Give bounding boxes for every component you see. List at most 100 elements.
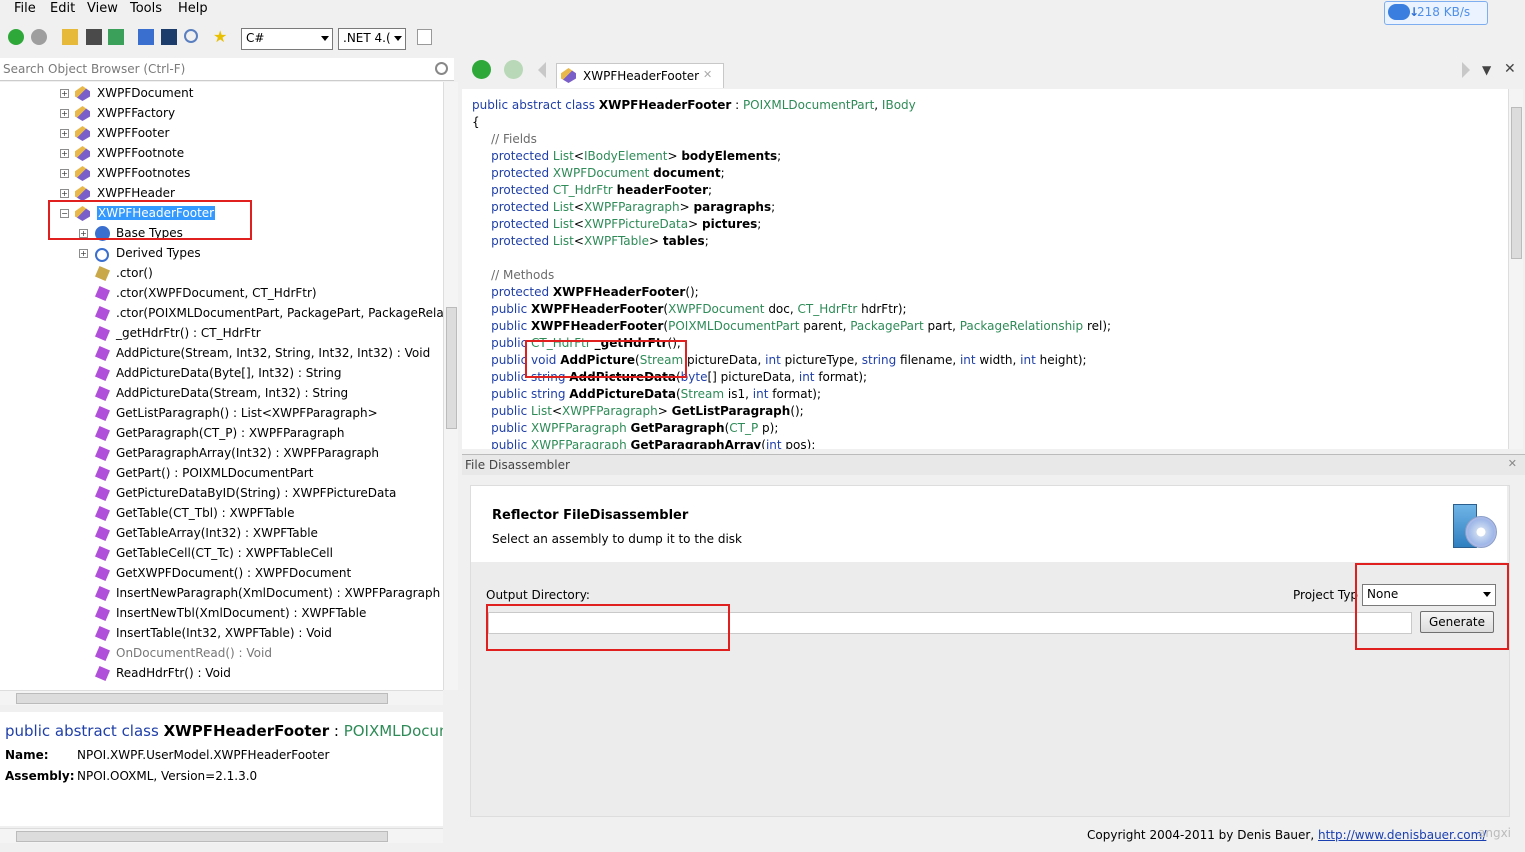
tree-horizontal-scrollbar[interactable] (0, 690, 443, 705)
scrollbar-thumb[interactable] (16, 693, 388, 704)
decl-base[interactable]: POIXMLDocumen (344, 722, 443, 740)
scrollbar-thumb[interactable] (16, 831, 388, 842)
tree-item[interactable]: ReadHdrFtr() : Void (0, 664, 443, 684)
tree-item[interactable]: GetPictureDataByID(String) : XWPFPicture… (0, 484, 443, 504)
scrollbar-thumb[interactable] (1511, 107, 1522, 259)
analyzer-icon[interactable] (161, 29, 177, 45)
tree-item[interactable]: + XWPFFootnote (0, 144, 443, 164)
network-speed-widget[interactable]: ↓ 218 KB/s (1384, 1, 1488, 25)
expand-icon[interactable]: + (60, 109, 69, 118)
search-icon[interactable] (435, 62, 448, 75)
code-token: XWPFTable (583, 234, 649, 248)
code-token: POIXMLDocumentPart (668, 319, 800, 333)
tree-item[interactable]: AddPictureData(Byte[], Int32) : String (0, 364, 443, 384)
code-token: Stream (680, 387, 725, 401)
tree-item[interactable]: AddPicture(Stream, Int32, String, Int32,… (0, 344, 443, 364)
disassembler-icon[interactable] (138, 29, 154, 45)
tree-item[interactable]: GetParagraphArray(Int32) : XWPFParagraph (0, 444, 443, 464)
code-token: tables (662, 234, 705, 248)
tree-item[interactable]: .ctor(POIXMLDocumentPart, PackagePart, P… (0, 304, 443, 324)
tree-item[interactable]: GetTableCell(CT_Tc) : XWPFTableCell (0, 544, 443, 564)
tree-item[interactable]: + XWPFFootnotes (0, 164, 443, 184)
scroll-tabs-left-icon[interactable] (538, 62, 546, 78)
method-icon (95, 646, 110, 661)
tree-item[interactable]: + XWPFFactory (0, 104, 443, 124)
code-token: XWPFDocument (668, 302, 765, 316)
tree-item-label: GetTableArray(Int32) : XWPFTable (116, 526, 318, 540)
tree-item[interactable]: _getHdrFtr() : CT_HdrFtr (0, 324, 443, 344)
file-disassembler-titlebar: File Disassembler ✕ (462, 454, 1525, 475)
save-icon[interactable] (86, 29, 102, 45)
language-select[interactable]: C# (241, 28, 333, 50)
back-icon[interactable] (8, 29, 24, 45)
tab-xwpfheaderfooter[interactable]: XWPFHeaderFooter ✕ (556, 63, 724, 88)
watermark: angxi (1478, 826, 1512, 840)
code-vertical-scrollbar[interactable] (1508, 89, 1523, 449)
object-browser-search[interactable]: Search Object Browser (Ctrl-F) (0, 58, 454, 81)
open-folder-icon[interactable] (62, 29, 78, 45)
back-icon[interactable] (472, 60, 491, 79)
expand-icon[interactable]: + (60, 89, 69, 98)
tree-item[interactable]: GetPart() : POIXMLDocumentPart (0, 464, 443, 484)
tree-item[interactable]: + Derived Types (0, 244, 443, 264)
tree-vertical-scrollbar[interactable] (443, 82, 458, 690)
tree-item[interactable]: GetTable(CT_Tbl) : XWPFTable (0, 504, 443, 524)
code-view[interactable]: public abstract class XWPFHeaderFooter :… (462, 89, 1508, 449)
expand-icon[interactable]: + (60, 169, 69, 178)
tree-item[interactable]: GetListParagraph() : List<XWPFParagraph> (0, 404, 443, 424)
close-icon[interactable]: ✕ (1508, 457, 1517, 470)
menu-file[interactable]: File (14, 1, 36, 16)
forward-icon[interactable] (31, 29, 47, 45)
tree-item[interactable]: InsertTable(Int32, XWPFTable) : Void (0, 624, 443, 644)
favorite-star-icon[interactable]: ★ (213, 29, 229, 45)
options-icon[interactable] (417, 29, 432, 45)
method-icon (95, 606, 110, 621)
scrollbar-thumb[interactable] (446, 307, 457, 429)
expand-icon[interactable]: + (60, 149, 69, 158)
forward-icon[interactable] (504, 60, 523, 79)
menu-edit[interactable]: Edit (50, 1, 75, 16)
refresh-icon[interactable] (108, 29, 124, 45)
code-line: protected List<XWPFPictureData> pictures… (472, 217, 761, 231)
tree-item[interactable]: GetTableArray(Int32) : XWPFTable (0, 524, 443, 544)
menu-help[interactable]: Help (178, 1, 208, 16)
disk-dump-icon (1453, 502, 1497, 548)
tree-item[interactable]: InsertNewParagraph(XmlDocument) : XWPFPa… (0, 584, 443, 604)
author-link[interactable]: http://www.denisbauer.com/ (1318, 828, 1486, 842)
tree-item[interactable]: GetXWPFDocument() : XWPFDocument (0, 564, 443, 584)
expand-icon[interactable]: + (79, 249, 88, 258)
header-subtitle: Select an assembly to dump it to the dis… (492, 532, 742, 546)
output-directory-label: Output Directory: (486, 588, 590, 602)
code-token: XWPFHeaderFooter (531, 319, 664, 333)
tree-item[interactable]: .ctor(XWPFDocument, CT_HdrFtr) (0, 284, 443, 304)
framework-value: .NET 4.( (343, 31, 391, 45)
code-token: PackageRelationship (959, 319, 1084, 333)
framework-select[interactable]: .NET 4.( (338, 28, 406, 50)
expand-icon[interactable]: + (60, 129, 69, 138)
scroll-tabs-right-icon[interactable] (1462, 62, 1470, 78)
method-icon (95, 386, 110, 401)
tree-item[interactable]: AddPictureData(Stream, Int32) : String (0, 384, 443, 404)
code-token: XWPFParagraph (562, 404, 658, 418)
tree-item[interactable]: .ctor() (0, 264, 443, 284)
code-token: document (653, 166, 721, 180)
close-icon[interactable]: ✕ (703, 68, 712, 81)
close-icon[interactable]: ✕ (1504, 61, 1516, 77)
tree-item[interactable]: OnDocumentRead() : Void (0, 644, 443, 664)
tree-item[interactable]: + XWPFFooter (0, 124, 443, 144)
tab-list-icon[interactable]: ▼ (1482, 63, 1491, 77)
code-token: ; (704, 234, 709, 248)
expand-icon[interactable]: + (60, 189, 69, 198)
tree-item[interactable]: + XWPFDocument (0, 84, 443, 104)
tree-item[interactable]: GetParagraph(CT_P) : XWPFParagraph (0, 424, 443, 444)
object-browser-tree[interactable]: + XWPFDocument + XWPFFactory + XWPFFooter + XWP… (0, 82, 443, 690)
method-icon (95, 586, 110, 601)
search-icon[interactable] (184, 29, 198, 43)
tree-item[interactable]: InsertNewTbl(XmlDocument) : XWPFTable (0, 604, 443, 624)
chevron-down-icon (394, 36, 402, 41)
menu-view[interactable]: View (87, 1, 118, 16)
assembly-label: Assembly: (5, 769, 75, 783)
menu-tools[interactable]: Tools (130, 1, 162, 16)
tree-item-label: XWPFHeader (97, 186, 175, 200)
info-horizontal-scrollbar[interactable] (0, 828, 443, 843)
